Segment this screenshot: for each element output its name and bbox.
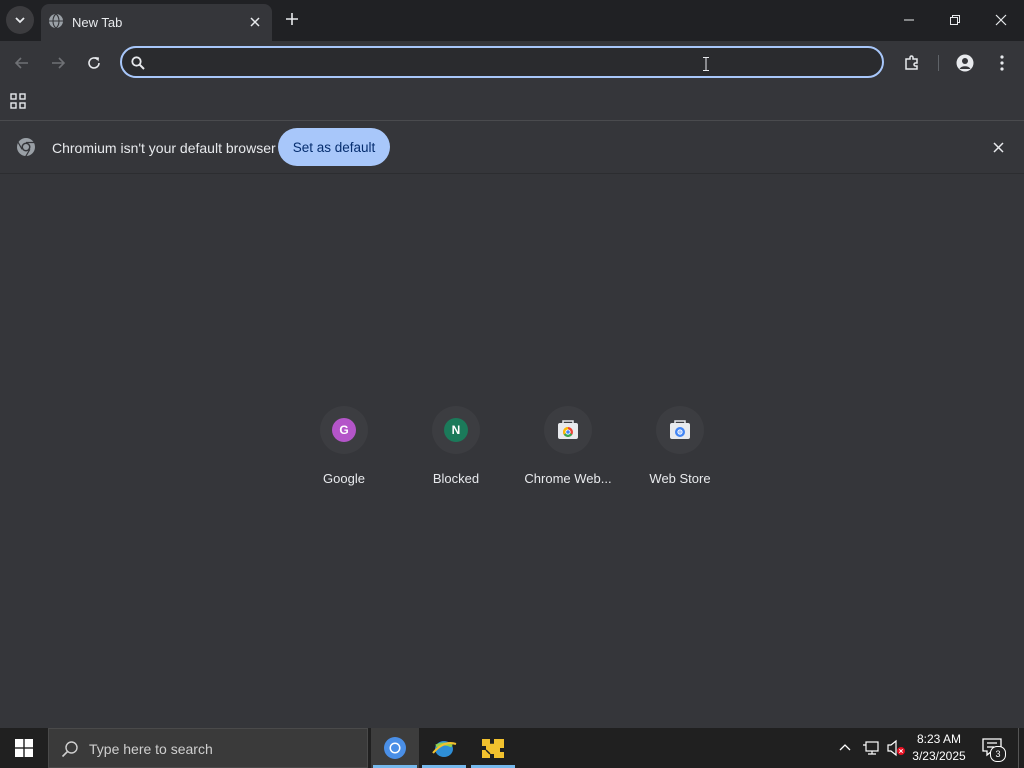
start-button[interactable] <box>0 728 48 768</box>
reload-icon <box>88 57 100 69</box>
close-icon <box>992 141 1004 153</box>
bookmarks-bar <box>0 84 1024 121</box>
shortcut-icon-container <box>656 406 704 454</box>
volume-muted-icon <box>887 739 905 757</box>
notification-count-badge: 3 <box>990 746 1006 762</box>
shortcut-label: Google <box>323 471 365 486</box>
forward-button[interactable] <box>44 49 72 77</box>
minimize-icon <box>904 19 914 21</box>
puzzle-icon <box>905 55 918 70</box>
arrow-right-icon <box>52 57 66 69</box>
shortcut-icon-container <box>544 406 592 454</box>
close-icon <box>995 14 1007 26</box>
web-store-icon <box>670 420 690 439</box>
text-cursor-icon <box>703 57 709 71</box>
chrome-web-store-icon <box>558 420 578 439</box>
shortcut-label: Web Store <box>649 471 711 486</box>
restore-button[interactable] <box>932 0 978 40</box>
set-as-default-button[interactable]: Set as default <box>278 128 390 166</box>
shortcut-label: Blocked <box>432 471 480 486</box>
network-button[interactable] <box>862 739 880 757</box>
letter-badge-icon: N <box>444 418 468 442</box>
infobar-message: Chromium isn't your default browser <box>52 140 276 156</box>
arrow-left-icon <box>14 57 28 69</box>
shortcut-tile-google[interactable]: G Google <box>288 398 400 498</box>
avatar-icon <box>956 54 974 72</box>
taskbar-app-internet-download[interactable] <box>420 728 468 768</box>
clock-date[interactable]: 3/23/2025 <box>905 749 973 763</box>
apps-grid-icon <box>10 93 26 109</box>
show-desktop-button[interactable] <box>1018 728 1024 768</box>
reload-button[interactable] <box>80 49 108 77</box>
yellow-puzzle-icon <box>482 739 504 758</box>
shortcut-tile-web-store[interactable]: Web Store <box>624 398 736 498</box>
show-hidden-icons-button[interactable] <box>838 740 854 756</box>
close-icon <box>250 17 260 27</box>
new-tab-page: G Google N Blocked Chrome Web... Web Sto… <box>0 174 1024 728</box>
tab-close-button[interactable] <box>245 12 265 32</box>
chevron-up-icon <box>839 744 851 751</box>
extensions-button[interactable] <box>898 49 926 77</box>
volume-button[interactable] <box>886 739 906 757</box>
close-window-button[interactable] <box>978 0 1024 40</box>
clock-time[interactable]: 8:23 AM <box>905 732 973 746</box>
restore-icon <box>950 15 960 25</box>
taskbar-search-placeholder: Type here to search <box>89 741 213 757</box>
back-button[interactable] <box>8 49 36 77</box>
chromium-app-icon <box>384 737 406 759</box>
globe-download-icon <box>432 741 457 757</box>
letter-badge-icon: G <box>332 418 356 442</box>
taskbar-app-puzzle[interactable] <box>469 728 517 768</box>
shortcut-tile-blocked[interactable]: N Blocked <box>400 398 512 498</box>
shortcut-icon-container: G <box>320 406 368 454</box>
search-icon <box>61 741 78 758</box>
shortcut-tile-chrome-web-store[interactable]: Chrome Web... <box>512 398 624 498</box>
more-vert-icon <box>1000 55 1004 71</box>
notification-center-button[interactable]: 3 <box>982 738 1006 762</box>
plus-icon <box>286 13 298 25</box>
chromium-logo-icon <box>17 138 35 157</box>
default-browser-infobar: Chromium isn't your default browser Set … <box>0 121 1024 174</box>
network-icon <box>863 741 879 755</box>
minimize-button[interactable] <box>886 0 932 40</box>
apps-button[interactable] <box>9 92 29 112</box>
search-icon <box>131 56 145 70</box>
chevron-down-icon <box>15 17 25 24</box>
toolbar-divider <box>938 55 939 71</box>
windows-logo-icon <box>15 739 33 757</box>
shortcut-label: Chrome Web... <box>524 471 612 486</box>
profile-button[interactable] <box>951 49 979 77</box>
new-tab-button[interactable] <box>281 8 303 30</box>
title-bar: New Tab <box>0 0 1024 41</box>
shortcut-icon-container: N <box>432 406 480 454</box>
infobar-close-button[interactable] <box>988 137 1008 157</box>
menu-button[interactable] <box>988 49 1016 77</box>
toolbar <box>0 41 1024 84</box>
globe-icon <box>49 13 63 29</box>
address-input[interactable] <box>156 52 860 76</box>
taskbar-app-chromium[interactable] <box>371 728 419 768</box>
windows-taskbar: Type here to search 8:23 AM 3/23/2025 3 <box>0 728 1024 768</box>
taskbar-search-box[interactable]: Type here to search <box>48 728 368 768</box>
address-bar[interactable] <box>120 46 884 78</box>
tab-new-tab[interactable]: New Tab <box>41 4 272 41</box>
tab-title: New Tab <box>72 15 123 30</box>
tab-search-button[interactable] <box>6 6 34 34</box>
